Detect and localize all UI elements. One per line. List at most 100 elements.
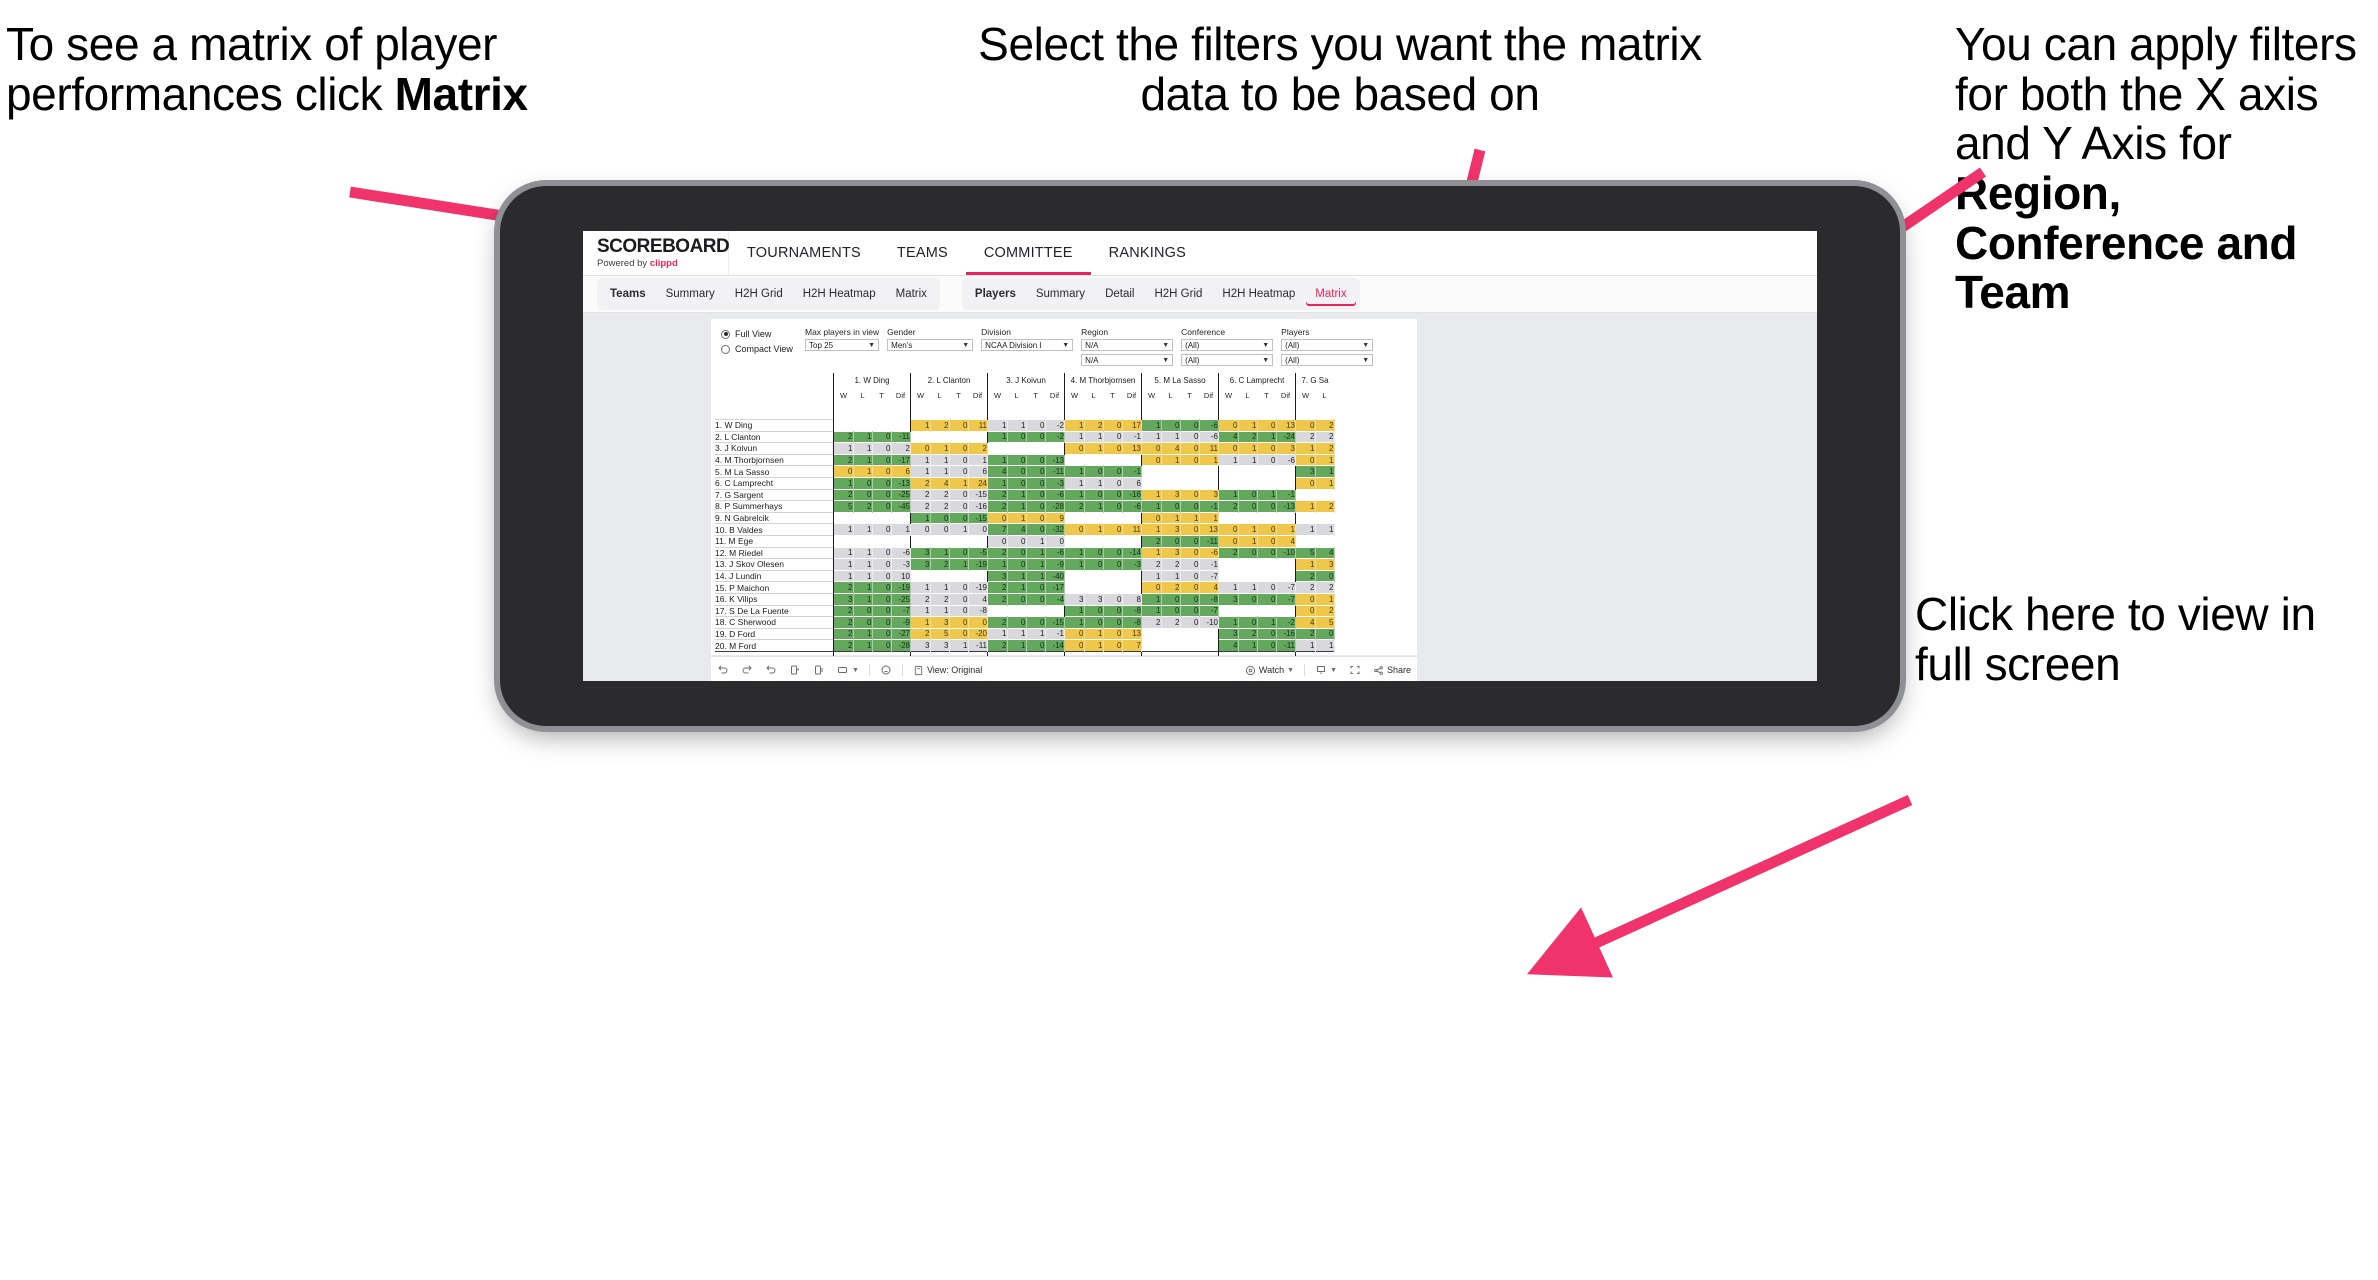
- matrix-cell[interactable]: 4: [1199, 581, 1219, 594]
- matrix-cell[interactable]: 1: [891, 523, 911, 536]
- matrix-row[interactable]: 19. D Ford 2 1 0 -27 2 5 0 -20 1 1 1 -1 0 1 0 13 3 2 0 -16 2 0: [715, 627, 1335, 640]
- matrix-cell[interactable]: 2: [1141, 534, 1162, 548]
- matrix-cell[interactable]: 1: [1161, 569, 1181, 582]
- matrix-cell[interactable]: 4: [1295, 616, 1316, 629]
- matrix-cell[interactable]: 0: [1141, 511, 1162, 524]
- matrix-cell[interactable]: 1: [1238, 453, 1258, 466]
- matrix-cell[interactable]: 1: [1084, 500, 1104, 513]
- matrix-cell[interactable]: 0: [949, 488, 969, 501]
- matrix-row[interactable]: 6. C Lamprecht 1 0 0 -13 2 4 1 24 1 0 0 -3 1 1 0 6 0 1: [715, 476, 1335, 490]
- matrix-cell[interactable]: -7: [891, 604, 911, 617]
- matrix-cell[interactable]: 2: [1238, 430, 1258, 443]
- matrix-cell[interactable]: 2: [833, 488, 854, 501]
- matrix-cell[interactable]: 1: [1064, 476, 1085, 490]
- matrix-cell[interactable]: 2: [833, 639, 854, 652]
- matrix-cell[interactable]: 0: [1103, 523, 1123, 536]
- matrix-cell[interactable]: 6: [1122, 476, 1142, 490]
- matrix-cell[interactable]: 0: [1180, 534, 1200, 548]
- tab-players-h2h-grid[interactable]: H2H Grid: [1145, 282, 1211, 306]
- matrix-row[interactable]: 13. J Skov Olesen 1 1 0 -3 3 2 1 -19 1 0 1 -9 1 0 0 -3 2 2…: [715, 558, 1335, 571]
- matrix-cell[interactable]: [833, 419, 853, 432]
- matrix-cell[interactable]: 0: [1141, 442, 1162, 455]
- matrix-cell[interactable]: 6: [891, 465, 911, 478]
- matrix-cell[interactable]: [1276, 465, 1296, 478]
- matrix-cell[interactable]: -19: [968, 581, 988, 594]
- matrix-cell[interactable]: 0: [1064, 627, 1085, 640]
- matrix-cell[interactable]: 0: [1103, 500, 1123, 513]
- matrix-cell[interactable]: 0: [1026, 419, 1046, 432]
- matrix-cell[interactable]: 2: [910, 592, 931, 605]
- matrix-cell[interactable]: 1: [1295, 523, 1316, 536]
- matrix-cell[interactable]: 1: [833, 523, 854, 536]
- matrix-cell[interactable]: 1: [1064, 465, 1085, 478]
- matrix-cell[interactable]: 0: [1218, 419, 1239, 432]
- matrix-cell[interactable]: 0: [1026, 500, 1046, 513]
- matrix-cell[interactable]: [891, 419, 911, 432]
- matrix-cell[interactable]: 1: [1218, 453, 1239, 466]
- matrix-cell[interactable]: 0: [1103, 476, 1123, 490]
- matrix-cell[interactable]: -17: [891, 453, 911, 466]
- matrix-cell[interactable]: -11: [1045, 465, 1065, 478]
- matrix-cell[interactable]: 2: [1295, 430, 1316, 443]
- matrix-cell[interactable]: 0: [1180, 592, 1200, 605]
- matrix-cell[interactable]: 0: [1084, 465, 1104, 478]
- matrix-cell[interactable]: 2: [1315, 442, 1335, 455]
- matrix-cell[interactable]: [1026, 604, 1045, 617]
- matrix-cell[interactable]: 1: [1238, 534, 1258, 548]
- matrix-row[interactable]: 7. G Sargent 2 0 0 -25 2 2 0 -15 2 1 0 -6 1 0 0 -16 1 3 0 3 1…: [715, 488, 1334, 501]
- matrix-cell[interactable]: 0: [1180, 616, 1200, 629]
- matrix-cell[interactable]: 2: [930, 419, 950, 432]
- matrix-cell[interactable]: 0: [1064, 523, 1085, 536]
- matrix-cell[interactable]: 1: [1141, 604, 1162, 617]
- matrix-cell[interactable]: 1: [853, 465, 873, 478]
- matrix-cell[interactable]: 0: [1026, 639, 1046, 652]
- matrix-cell[interactable]: 1: [1315, 476, 1335, 490]
- matrix-cell[interactable]: 1: [949, 558, 969, 571]
- matrix-cell[interactable]: [1180, 627, 1199, 640]
- matrix-cell[interactable]: [930, 430, 949, 443]
- matrix-cell[interactable]: 0: [1103, 419, 1123, 432]
- matrix-cell[interactable]: [930, 569, 949, 582]
- matrix-cell[interactable]: [1257, 476, 1276, 490]
- matrix-cell[interactable]: 1: [1315, 465, 1335, 478]
- matrix-cell[interactable]: 2: [1161, 616, 1181, 629]
- matrix-cell[interactable]: -25: [891, 592, 911, 605]
- matrix-cell[interactable]: 1: [1315, 592, 1335, 605]
- matrix-container[interactable]: 1. W Ding 2. L Clanton 3. J Koivun 4. M Tho…: [711, 373, 1417, 681]
- matrix-cell[interactable]: 0: [1180, 569, 1200, 582]
- matrix-cell[interactable]: [1257, 604, 1276, 617]
- matrix-cell[interactable]: 1: [853, 523, 873, 536]
- matrix-cell[interactable]: 0: [872, 581, 892, 594]
- matrix-cell[interactable]: -8: [1199, 592, 1219, 605]
- matrix-cell[interactable]: 0: [1007, 534, 1027, 548]
- matrix-cell[interactable]: [833, 534, 853, 548]
- matrix-cell[interactable]: 7: [987, 523, 1008, 536]
- matrix-cell[interactable]: 3: [1064, 592, 1085, 605]
- matrix-cell[interactable]: 1: [1084, 430, 1104, 443]
- matrix-cell[interactable]: -11: [891, 430, 911, 443]
- matrix-cell[interactable]: 1: [833, 546, 854, 559]
- matrix-cell[interactable]: 1: [1007, 500, 1027, 513]
- matrix-cell[interactable]: 1: [1218, 616, 1239, 629]
- matrix-cell[interactable]: -14: [1122, 546, 1142, 559]
- matrix-cell[interactable]: 1: [1141, 430, 1162, 443]
- matrix-cell[interactable]: 0: [1257, 442, 1277, 455]
- matrix-cell[interactable]: 0: [1180, 442, 1200, 455]
- matrix-cell[interactable]: 3: [1084, 592, 1104, 605]
- matrix-cell[interactable]: -6: [1122, 500, 1142, 513]
- matrix-cell[interactable]: 3: [1295, 465, 1316, 478]
- matrix-cell[interactable]: 0: [853, 616, 873, 629]
- matrix-cell[interactable]: 1: [1084, 476, 1104, 490]
- matrix-cell[interactable]: -16: [968, 500, 988, 513]
- matrix-cell[interactable]: [1238, 604, 1257, 617]
- matrix-cell[interactable]: 0: [1026, 430, 1046, 443]
- matrix-cell[interactable]: 2: [833, 627, 854, 640]
- matrix-cell[interactable]: [872, 511, 891, 524]
- matrix-row[interactable]: 4. M Thorbjornsen 2 1 0 -17 1 1 0 1 1 0 0 -13 0 1 0 1 1 1 0…: [715, 453, 1335, 466]
- matrix-cell[interactable]: [1064, 581, 1084, 594]
- matrix-cell[interactable]: 1: [1180, 511, 1200, 524]
- radio-full-view[interactable]: Full View: [721, 329, 805, 339]
- matrix-cell[interactable]: -3: [1045, 476, 1065, 490]
- matrix-cell[interactable]: 3: [1161, 488, 1181, 501]
- matrix-cell[interactable]: [853, 534, 872, 548]
